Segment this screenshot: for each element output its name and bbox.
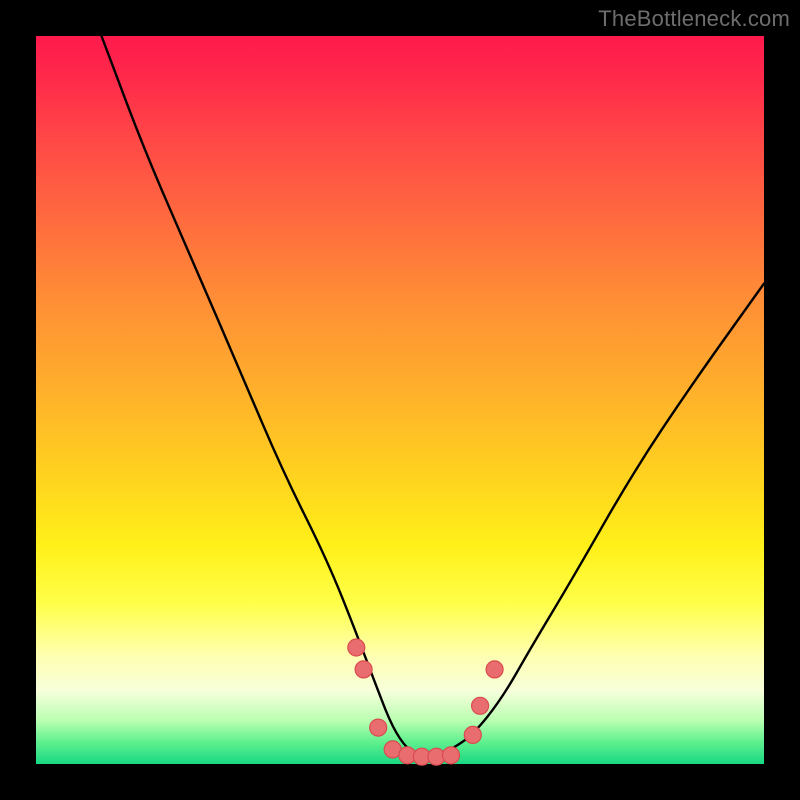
plot-area — [36, 36, 764, 764]
bottleneck-curve — [102, 36, 765, 757]
marker-point — [472, 697, 489, 714]
watermark-text: TheBottleneck.com — [598, 6, 790, 32]
marker-group — [348, 639, 503, 765]
marker-point — [443, 747, 460, 764]
marker-point — [355, 661, 372, 678]
marker-point — [486, 661, 503, 678]
curve-layer — [36, 36, 764, 764]
chart-frame: TheBottleneck.com — [0, 0, 800, 800]
marker-point — [348, 639, 365, 656]
marker-point — [464, 726, 481, 743]
marker-point — [370, 719, 387, 736]
